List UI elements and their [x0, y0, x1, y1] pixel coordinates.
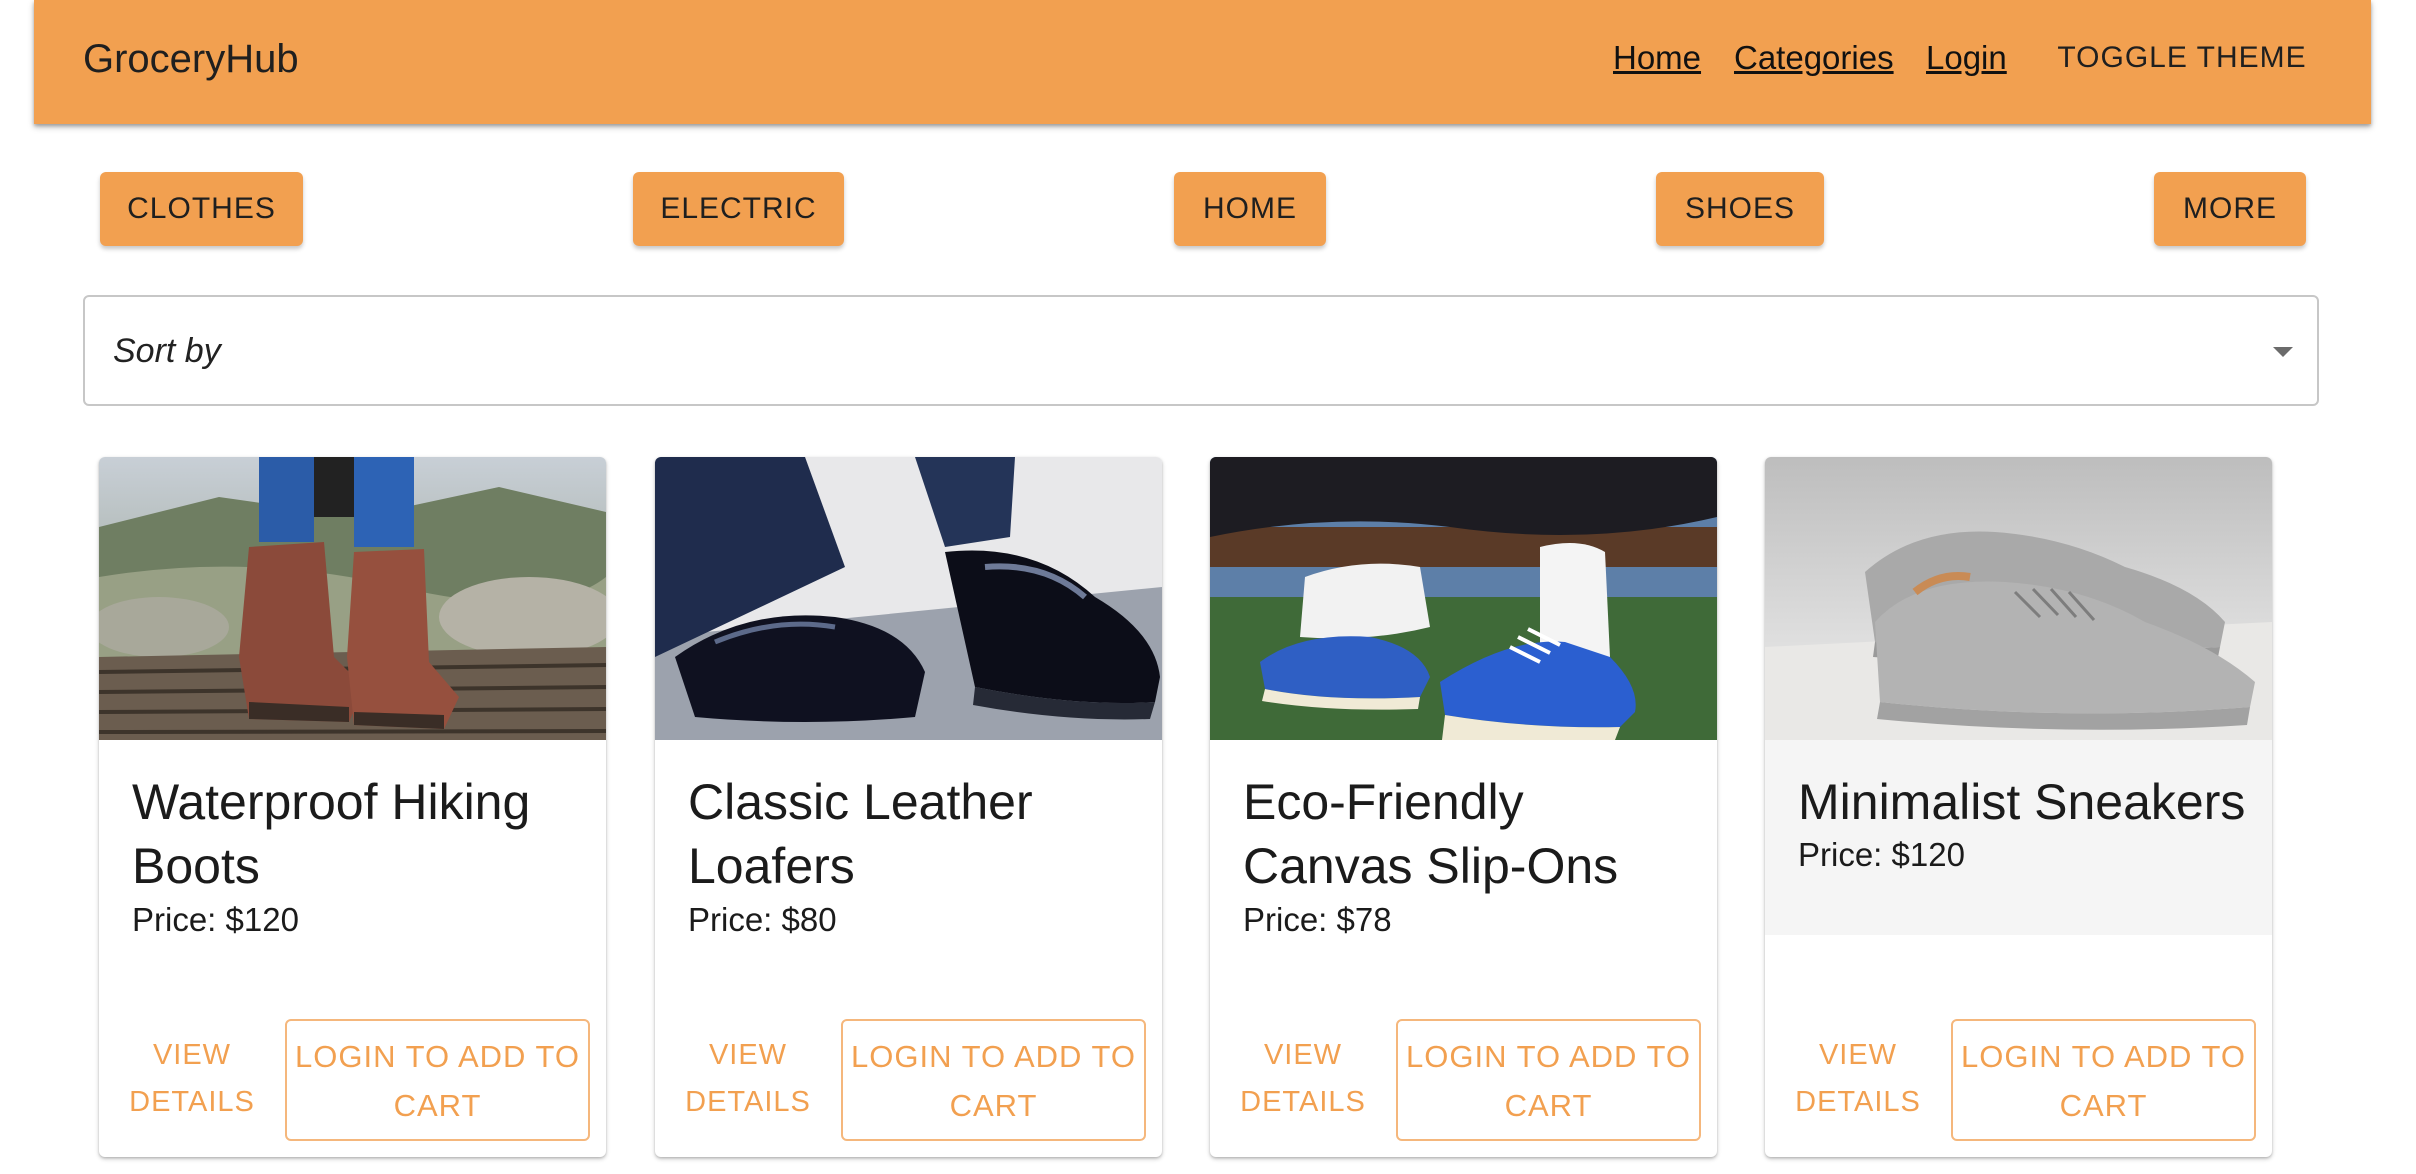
card-content: Classic Leather Loafers Price: $80: [655, 740, 1162, 938]
login-to-add-to-cart-button[interactable]: LOGIN TO ADD TO CART: [841, 1019, 1146, 1141]
product-card: Classic Leather Loafers Price: $80 VIEW …: [655, 457, 1162, 1157]
login-to-add-to-cart-button[interactable]: LOGIN TO ADD TO CART: [1396, 1019, 1701, 1141]
product-title: Eco-Friendly Canvas Slip-Ons: [1243, 774, 1619, 894]
card-content: Minimalist Sneakers Price: $120: [1765, 740, 2272, 935]
sort-select[interactable]: Sort by: [83, 295, 2319, 406]
brand-logo[interactable]: GroceryHub: [83, 34, 299, 84]
view-details-button[interactable]: VIEW DETAILS: [1228, 1032, 1378, 1144]
product-price: Price: $80: [688, 901, 837, 938]
app-bar: GroceryHub Home Categories Login TOGGLE …: [34, 0, 2371, 124]
product-image-minimalist-sneakers[interactable]: [1765, 457, 2272, 740]
product-card: Eco-Friendly Canvas Slip-Ons Price: $78 …: [1210, 457, 1717, 1157]
nav-link-login[interactable]: Login: [1926, 36, 2007, 80]
view-details-button[interactable]: VIEW DETAILS: [673, 1032, 823, 1144]
product-image-hiking-boots[interactable]: [99, 457, 606, 740]
card-content: Waterproof Hiking Boots Price: $120: [99, 740, 606, 938]
arrow-drop-down-icon: [2273, 347, 2293, 357]
login-to-add-to-cart-button[interactable]: LOGIN TO ADD TO CART: [1951, 1019, 2256, 1141]
login-to-add-to-cart-button[interactable]: LOGIN TO ADD TO CART: [285, 1019, 590, 1141]
category-button-shoes[interactable]: SHOES: [1656, 172, 1824, 246]
nav-link-home[interactable]: Home: [1613, 36, 1701, 80]
product-price: Price: $78: [1243, 901, 1392, 938]
product-title: Waterproof Hiking Boots: [132, 774, 531, 894]
sort-placeholder: Sort by: [113, 332, 221, 370]
category-button-clothes[interactable]: CLOTHES: [100, 172, 303, 246]
toggle-theme-button[interactable]: TOGGLE THEME: [2052, 26, 2312, 90]
category-button-home[interactable]: HOME: [1174, 172, 1326, 246]
view-details-button[interactable]: VIEW DETAILS: [117, 1032, 267, 1144]
product-title: Minimalist Sneakers: [1798, 774, 2246, 830]
product-card: Minimalist Sneakers Price: $120 VIEW DET…: [1765, 457, 2272, 1157]
product-image-canvas-slip-ons[interactable]: [1210, 457, 1717, 740]
product-price: Price: $120: [132, 901, 299, 938]
view-details-button[interactable]: VIEW DETAILS: [1783, 1032, 1933, 1144]
product-image-leather-loafers[interactable]: [655, 457, 1162, 740]
nav-link-categories[interactable]: Categories: [1734, 36, 1894, 80]
product-title: Classic Leather Loafers: [688, 774, 1033, 894]
card-content: Eco-Friendly Canvas Slip-Ons Price: $78: [1210, 740, 1717, 938]
product-price: Price: $120: [1798, 836, 1965, 873]
product-card: Waterproof Hiking Boots Price: $120 VIEW…: [99, 457, 606, 1157]
category-button-electric[interactable]: ELECTRIC: [633, 172, 844, 246]
category-button-more[interactable]: MORE: [2154, 172, 2306, 246]
